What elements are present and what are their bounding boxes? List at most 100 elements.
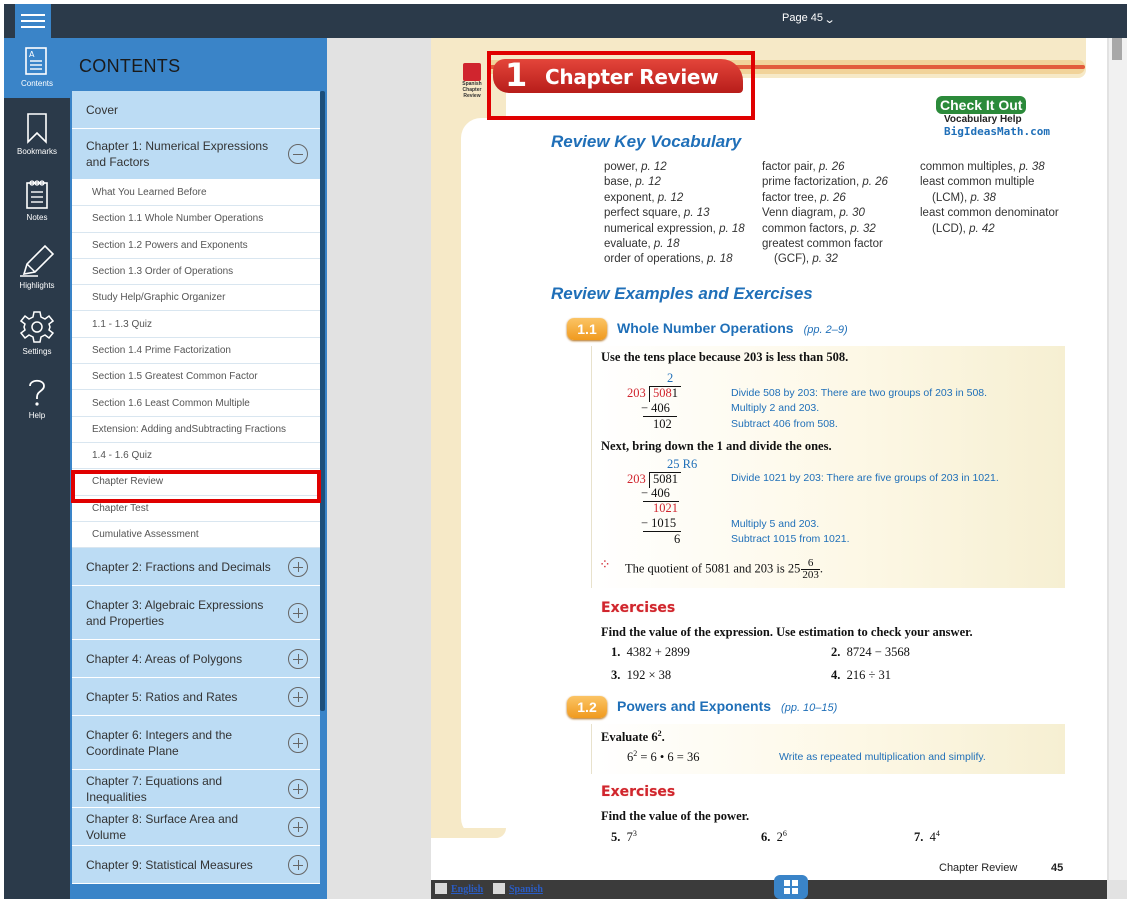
quotient: 25 R6 — [667, 457, 698, 471]
contents-panel: CONTENTS Cover Chapter 1: Numerical Expr… — [70, 38, 327, 899]
exercises-heading: Exercises — [601, 784, 676, 800]
remainder: 6 — [674, 532, 681, 546]
rail-label: Notes — [26, 213, 48, 222]
hamburger-menu-icon[interactable] — [15, 4, 51, 38]
toc-section[interactable]: Section 1.2 Powers and Exponents — [72, 232, 320, 259]
toc-section[interactable]: What You Learned Before — [72, 180, 320, 207]
toc-item-label: Chapter 9: Statistical Measures — [86, 857, 253, 872]
check-it-out-site: BigIdeasMath.com — [944, 125, 1050, 138]
brought-down-value: 1021 — [653, 501, 678, 515]
step-note: Multiply 5 and 203. — [731, 518, 820, 530]
toc-section-chapter-review[interactable]: Chapter Review — [72, 469, 320, 496]
expand-icon[interactable] — [288, 648, 308, 669]
rail-item-bookmarks[interactable]: Bookmarks — [4, 104, 70, 164]
expand-icon[interactable] — [288, 732, 308, 753]
collapse-icon[interactable] — [288, 144, 308, 164]
check-it-out-link[interactable]: Check It Out Vocabulary Help BigIdeasMat… — [936, 96, 1071, 141]
toc-section[interactable]: Section 1.6 Least Common Multiple — [72, 390, 320, 417]
toc-section[interactable]: Section 1.4 Prime Factorization — [72, 337, 320, 365]
spanish-label: Spanish Chapter Review — [462, 81, 482, 99]
step-note: Subtract 1015 from 1021. — [731, 533, 850, 545]
toc-section[interactable]: 1.4 - 1.6 Quiz — [72, 442, 320, 470]
exercise-item: 2. 8724 − 3568 — [831, 645, 910, 659]
step-note: Write as repeated multiplication and sim… — [779, 751, 986, 763]
vocab-column-2: factor pair, p. 26 prime factorization, … — [762, 160, 888, 268]
notes-icon — [26, 180, 48, 209]
chapter-title: Chapter Review — [545, 65, 719, 89]
expand-icon[interactable] — [288, 778, 308, 799]
dividend: 5081 — [653, 472, 678, 486]
toc-section-label: Section 1.5 Greatest Common Factor — [92, 371, 258, 383]
expand-icon[interactable] — [288, 816, 308, 837]
toc-chapter-3[interactable]: Chapter 3: Algebraic Expressions and Pro… — [72, 586, 320, 641]
rail-item-contents[interactable]: A Contents — [4, 38, 70, 98]
toc-section-label: What You Learned Before — [92, 187, 207, 199]
rail-label: Settings — [22, 347, 52, 356]
reader-scrollbar-thumb[interactable] — [1112, 38, 1122, 60]
vocab-term: perfect square, p. 13 — [604, 207, 710, 220]
toc-item-label: Chapter 6: Integers and the Coordinate P… — [86, 727, 233, 758]
dividend: 5081 — [653, 386, 678, 400]
vocab-term: evaluate, p. 18 — [604, 238, 680, 251]
divisor: 203 — [627, 472, 646, 486]
audio-spanish-link[interactable]: Spanish — [493, 883, 543, 895]
toc-chapter-8[interactable]: Chapter 8: Surface Area and Volume — [72, 808, 320, 847]
toc-section[interactable]: Section 1.3 Order of Operations — [72, 258, 320, 286]
vocab-term: numerical expression, p. 18 — [604, 222, 745, 235]
page-label: Page 45 — [782, 12, 823, 24]
audio-english-link[interactable]: English — [435, 883, 483, 895]
vocab-term: common multiples, p. 38 — [920, 161, 1045, 173]
expand-icon[interactable] — [288, 686, 308, 707]
toc-item-label: Chapter 8: Surface Area and Volume — [86, 811, 239, 842]
toc-item-label: Chapter 1: Numerical Expressions and Fac… — [86, 139, 269, 169]
spanish-chapter-review-link[interactable]: Spanish Chapter Review — [461, 63, 483, 111]
toc-section-label: Section 1.3 Order of Operations — [92, 266, 234, 278]
example-box-1-1 — [591, 346, 1065, 588]
exercise-item: 6. 26 — [761, 829, 787, 845]
question-icon — [29, 379, 45, 406]
toc-scrollbar[interactable] — [320, 91, 325, 711]
expand-icon[interactable] — [288, 602, 308, 623]
rail-item-notes[interactable]: Notes — [4, 170, 70, 230]
toc-section[interactable]: Section 1.1 Whole Number Operations — [72, 206, 320, 233]
exercises-prompt: Find the value of the expression. Use es… — [601, 625, 973, 639]
exercise-item: 7. 44 — [914, 829, 940, 845]
toc-section[interactable]: Study Help/Graphic Organizer — [72, 285, 320, 312]
exercise-item: 4. 216 ÷ 31 — [831, 668, 891, 682]
toc-chapter-4[interactable]: Chapter 4: Areas of Polygons — [72, 640, 320, 679]
vocab-term: factor pair, p. 26 — [762, 161, 845, 173]
exercise-item: 3. 192 × 38 — [611, 668, 672, 682]
toc-section[interactable]: 1.1 - 1.3 Quiz — [72, 311, 320, 338]
toc-chapter-1[interactable]: Chapter 1: Numerical Expressions and Fac… — [72, 129, 320, 180]
vocab-term: exponent, p. 12 — [604, 191, 684, 204]
exercises-heading: Exercises — [601, 600, 676, 616]
toc-section-label: Section 1.4 Prime Factorization — [92, 344, 231, 356]
toc-item-label: Chapter 2: Fractions and Decimals — [86, 559, 271, 574]
rail-item-highlights[interactable]: Highlights — [4, 236, 70, 296]
toc-chapter-9[interactable]: Chapter 9: Statistical Measures — [72, 846, 320, 885]
step-note: Divide 1021 by 203: There are five group… — [731, 472, 999, 484]
exercise-item: 5. 73 — [611, 829, 637, 845]
toc-section[interactable]: Section 1.5 Greatest Common Factor — [72, 364, 320, 391]
toc-chapter-5[interactable]: Chapter 5: Ratios and Rates — [72, 678, 320, 717]
vocab-column-1: power, p. 12 base, p. 12 exponent, p. 12… — [604, 160, 745, 268]
toc-section[interactable]: Cumulative Assessment — [72, 521, 320, 549]
dots-icon: ⁘ — [599, 558, 611, 573]
grid-icon[interactable] — [774, 875, 808, 899]
toc-chapter-7[interactable]: Chapter 7: Equations and Inequalities — [72, 770, 320, 809]
rail-label: Bookmarks — [16, 147, 57, 156]
toc-item-cover[interactable]: Cover — [72, 91, 320, 129]
toc-chapter-6[interactable]: Chapter 6: Integers and the Coordinate P… — [72, 716, 320, 771]
toc-chapter-2[interactable]: Chapter 2: Fractions and Decimals — [72, 548, 320, 587]
expand-icon[interactable] — [288, 854, 308, 875]
toc-section[interactable]: Extension: Adding andSubtracting Fractio… — [72, 416, 320, 443]
rail-item-settings[interactable]: Settings — [4, 302, 70, 362]
reader-scrollbar[interactable] — [1109, 38, 1127, 880]
expand-icon[interactable] — [288, 556, 308, 577]
nav-rail: A Contents Bookmarks Notes Highlights Se… — [4, 38, 70, 899]
page-selector[interactable]: Page 45⌄ — [782, 11, 836, 26]
example-intro: Evaluate 62. — [601, 729, 665, 745]
remainder: 102 — [653, 417, 672, 431]
rail-item-help[interactable]: Help — [4, 368, 70, 428]
toc-section[interactable]: Chapter Test — [72, 495, 320, 522]
